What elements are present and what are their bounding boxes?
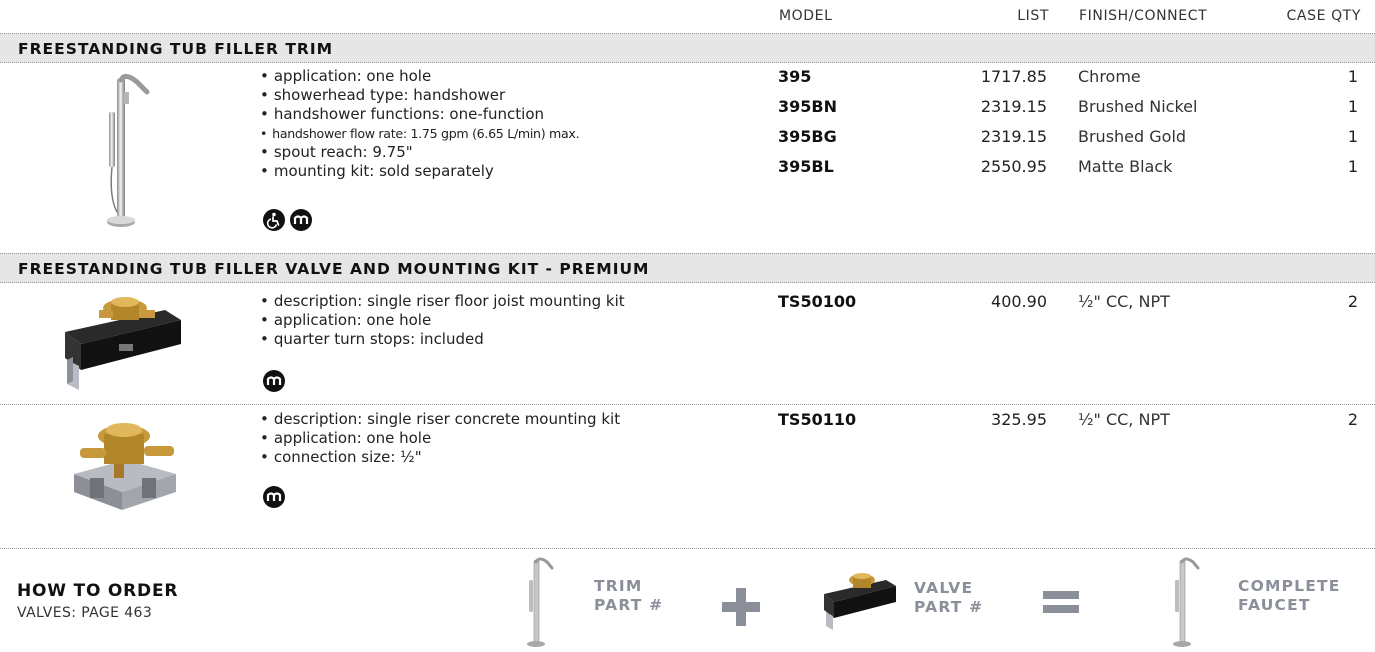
feature-item: description: single riser floor joist mo… — [260, 292, 625, 311]
how-to-order-title: HOW TO ORDER — [17, 581, 179, 601]
trim-part-line-2: PART # — [594, 596, 664, 614]
valve-kit-1-feature-list: description: single riser floor joist mo… — [260, 292, 625, 349]
feature-item: description: single riser concrete mount… — [260, 410, 620, 429]
complete-faucet-thumbnail-image — [1173, 557, 1200, 647]
list-price: 2319.15 — [980, 97, 1047, 116]
valve-part-label: VALVE PART # — [914, 579, 983, 617]
model-number: TS50110 — [778, 410, 857, 429]
row-divider — [0, 404, 1375, 405]
feature-item: application: one hole — [260, 311, 625, 330]
section-title: FREESTANDING TUB FILLER TRIM — [18, 40, 334, 58]
m-press-fit-icon — [290, 209, 312, 231]
model-number: 395BL — [778, 157, 834, 176]
tub-filler-image — [107, 74, 150, 227]
concrete-kit-image — [74, 423, 176, 510]
feature-item: application: one hole — [260, 429, 620, 448]
finish: ½" CC, NPT — [1078, 292, 1170, 311]
feature-item: showerhead type: handshower — [260, 86, 579, 105]
column-header-case-qty: CASE QTY — [1286, 8, 1361, 24]
feature-item: handshower flow rate: 1.75 gpm (6.65 L/m… — [260, 124, 579, 143]
complete-faucet-label: COMPLETE FAUCET — [1238, 577, 1341, 615]
valve-kit-2-feature-list: description: single riser concrete mount… — [260, 410, 620, 467]
finish: Chrome — [1078, 67, 1141, 86]
trim-part-label: TRIM PART # — [594, 577, 663, 615]
equals-icon — [1043, 591, 1079, 613]
list-price: 400.90 — [991, 292, 1047, 311]
valve-part-line-1: VALVE — [914, 579, 974, 597]
model-number: TS50100 — [778, 292, 857, 311]
case-qty: 1 — [1347, 97, 1358, 116]
complete-faucet-line-1: COMPLETE — [1238, 577, 1341, 595]
m-press-fit-icon — [263, 486, 285, 508]
feature-item: handshower functions: one-function — [260, 105, 579, 124]
case-qty: 1 — [1347, 127, 1358, 146]
feature-item: spout reach: 9.75" — [260, 143, 579, 162]
finish: Brushed Nickel — [1078, 97, 1198, 116]
trim-part-line-1: TRIM — [594, 577, 643, 595]
feature-item: quarter turn stops: included — [260, 330, 625, 349]
list-price: 325.95 — [991, 410, 1047, 429]
ada-compliant-icon — [263, 209, 285, 231]
floor-joist-kit-image — [65, 297, 181, 390]
valve-thumbnail-image — [824, 573, 896, 630]
list-price: 2319.15 — [980, 127, 1047, 146]
complete-faucet-line-2: FAUCET — [1238, 596, 1311, 614]
case-qty: 2 — [1347, 410, 1358, 429]
valve-part-line-2: PART # — [914, 598, 984, 616]
finish: Matte Black — [1078, 157, 1173, 176]
case-qty: 1 — [1347, 67, 1358, 86]
section-title: FREESTANDING TUB FILLER VALVE AND MOUNTI… — [18, 260, 650, 278]
column-header-model: MODEL — [779, 8, 833, 24]
model-number: 395BN — [778, 97, 837, 116]
finish: ½" CC, NPT — [1078, 410, 1170, 429]
trim-feature-list: application: one hole showerhead type: h… — [260, 67, 579, 181]
case-qty: 2 — [1347, 292, 1358, 311]
model-number: 395 — [778, 67, 812, 86]
trim-thumbnail-image — [527, 557, 554, 647]
plus-icon — [722, 588, 760, 626]
row-divider — [0, 548, 1375, 549]
how-to-order-subtitle: VALVES: PAGE 463 — [17, 605, 153, 621]
section-header-trim: FREESTANDING TUB FILLER TRIM — [0, 33, 1375, 63]
column-header-finish: FINISH/CONNECT — [1079, 8, 1208, 24]
column-header-list: LIST — [1017, 8, 1049, 24]
m-press-fit-icon — [263, 370, 285, 392]
feature-item: application: one hole — [260, 67, 579, 86]
model-number: 395BG — [778, 127, 837, 146]
feature-item: connection size: ½" — [260, 448, 620, 467]
case-qty: 1 — [1347, 157, 1358, 176]
finish: Brushed Gold — [1078, 127, 1187, 146]
list-price: 1717.85 — [980, 67, 1047, 86]
list-price: 2550.95 — [980, 157, 1047, 176]
section-header-valve: FREESTANDING TUB FILLER VALVE AND MOUNTI… — [0, 253, 1375, 283]
feature-item: mounting kit: sold separately — [260, 162, 579, 181]
